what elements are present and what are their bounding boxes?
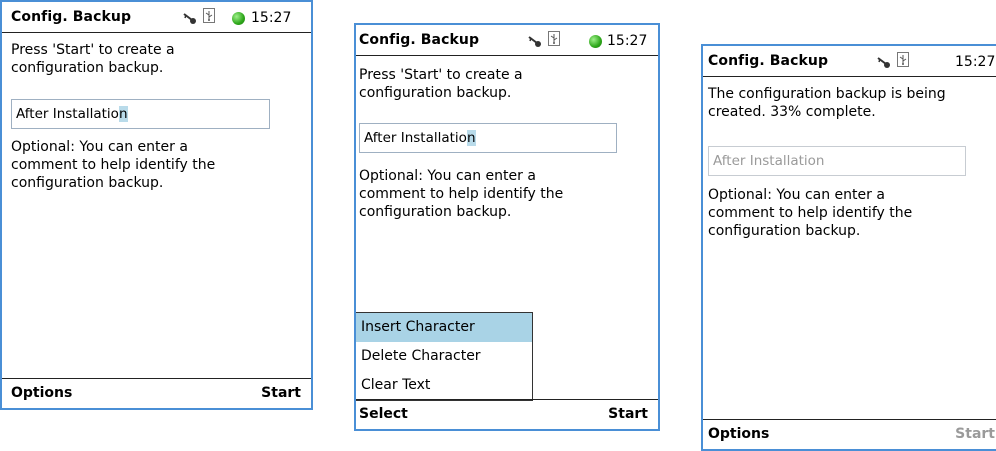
status-led-icon [589,35,602,48]
comment-input: After Installation [708,146,966,176]
clock: 15:27 [955,54,996,70]
options-softkey[interactable]: Options [11,385,72,401]
text-cursor: n [466,130,476,146]
options-menu: Insert Character Delete Character Clear … [356,312,533,401]
usb-icon [548,31,560,46]
menu-item-delete-character[interactable]: Delete Character [356,342,532,371]
comment-input[interactable]: After Installation [359,123,617,153]
start-softkey: Start [955,426,995,442]
comment-input[interactable]: After Installation [11,99,270,129]
status-bar: Config. Backup 15:27 [356,25,658,56]
comment-text: After Installatio [16,106,119,122]
key-icon [528,33,542,47]
progress-message: The configuration backup is being create… [708,86,946,120]
softkey-bar: Options Start [2,378,311,408]
text-cursor: n [118,106,128,122]
usb-icon [897,52,909,67]
optional-hint: Optional: You can enter a comment to hel… [11,139,216,191]
screen-title: Config. Backup [359,32,480,48]
screen-title: Config. Backup [708,53,829,69]
instruction-text: Press 'Start' to create a configuration … [11,42,175,76]
status-bar: Config. Backup 15:27 [2,2,311,33]
clock: 15:27 [251,10,292,26]
softkey-bar: Select Start [356,399,658,429]
menu-item-insert-character[interactable]: Insert Character [356,313,532,342]
optional-hint: Optional: You can enter a comment to hel… [359,168,564,220]
key-icon [877,54,891,68]
select-softkey[interactable]: Select [359,406,408,422]
device-screen-idle: Config. Backup 15:27 Press 'Start' to cr… [0,0,313,410]
instruction-text: Press 'Start' to create a configuration … [359,67,523,101]
optional-hint: Optional: You can enter a comment to hel… [708,187,913,239]
screen-title: Config. Backup [11,9,132,25]
comment-text: After Installatio [364,130,467,146]
clock: 15:27 [607,33,648,49]
status-led-icon [232,12,245,25]
status-bar: Config. Backup 15:27 [703,46,996,77]
usb-icon [203,8,215,23]
comment-text: After Installation [713,153,825,169]
options-softkey[interactable]: Options [708,426,769,442]
key-icon [183,10,197,24]
start-softkey[interactable]: Start [261,385,301,401]
device-screen-options-menu: Config. Backup 15:27 Press 'Start' to cr… [354,23,660,431]
start-softkey[interactable]: Start [608,406,648,422]
device-screen-backup-progress: Config. Backup 15:27 The configuration b… [701,44,996,451]
softkey-bar: Options Start [703,419,996,449]
menu-item-clear-text[interactable]: Clear Text [356,371,532,400]
